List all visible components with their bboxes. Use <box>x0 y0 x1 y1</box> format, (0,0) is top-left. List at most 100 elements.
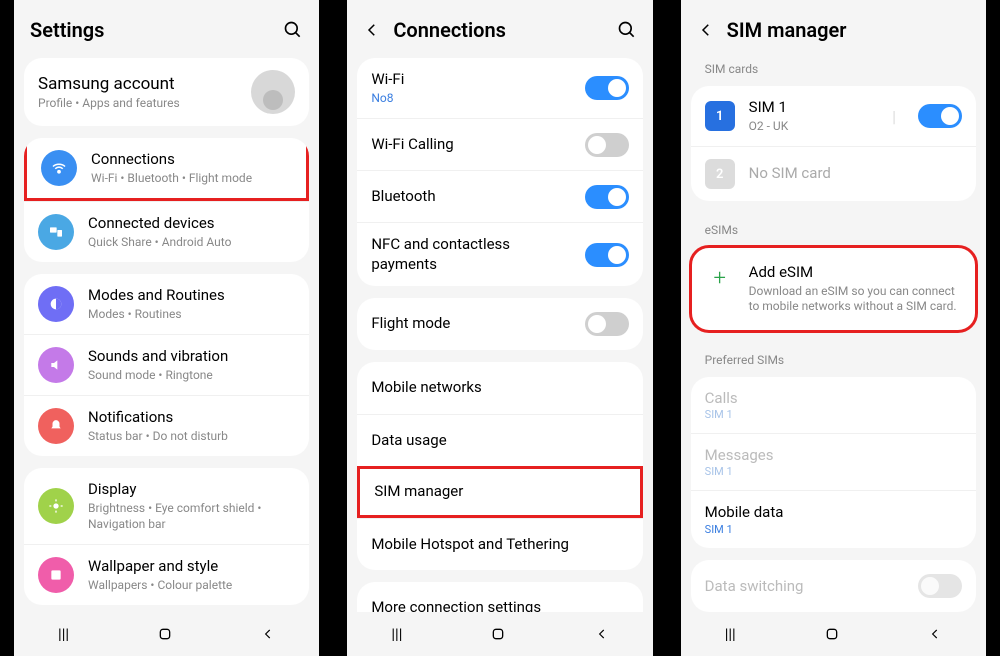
home-button[interactable] <box>157 626 173 642</box>
flight-mode-toggle[interactable] <box>585 312 629 336</box>
sim1-badge-icon: 1 <box>705 101 735 131</box>
row-label: No SIM card <box>749 164 962 184</box>
bell-icon <box>38 408 74 444</box>
row-label: Connections <box>91 150 292 170</box>
row-label: Mobile networks <box>371 378 628 398</box>
search-icon[interactable] <box>283 20 303 40</box>
row-sub: Wallpapers • Colour palette <box>88 578 295 594</box>
row-label: SIM manager <box>374 482 625 502</box>
row-label: Sounds and vibration <box>88 347 295 367</box>
back-icon[interactable] <box>697 21 715 39</box>
wifi-calling-row[interactable]: Wi-Fi Calling <box>357 118 642 170</box>
pref-calls-row[interactable]: Calls SIM 1 <box>691 377 976 433</box>
home-button[interactable] <box>824 626 840 642</box>
sim1-toggle[interactable] <box>918 104 962 128</box>
header: Connections <box>347 0 652 52</box>
sim2-row: 2 No SIM card <box>691 146 976 201</box>
header: SIM manager <box>681 0 986 52</box>
sim-manager-row[interactable]: SIM manager <box>357 466 642 518</box>
phone-connections: Connections Wi-Fi No8 Wi-Fi Calling Blue… <box>333 0 666 656</box>
row-label: Connected devices <box>88 214 295 234</box>
avatar-icon <box>251 70 295 114</box>
row-sub: Quick Share • Android Auto <box>88 235 295 251</box>
row-label: Calls <box>705 389 962 407</box>
plus-icon: + <box>705 263 735 293</box>
modes-icon <box>38 286 74 322</box>
row-label: NFC and contactless payments <box>371 235 570 274</box>
data-usage-row[interactable]: Data usage <box>357 414 642 466</box>
palette-icon <box>38 557 74 593</box>
sounds-row[interactable]: Sounds and vibration Sound mode • Ringto… <box>24 334 309 395</box>
row-sub: Modes • Routines <box>88 307 295 323</box>
connected-devices-row[interactable]: Connected devices Quick Share • Android … <box>24 201 309 262</box>
row-label: Mobile data <box>705 503 962 523</box>
display-row[interactable]: Display Brightness • Eye comfort shield … <box>24 468 309 544</box>
wifi-toggle[interactable] <box>585 76 629 100</box>
connections-list: Wi-Fi No8 Wi-Fi Calling Bluetooth NFC an… <box>347 52 652 612</box>
wifi-calling-toggle[interactable] <box>585 133 629 157</box>
wifi-row[interactable]: Wi-Fi No8 <box>357 58 642 118</box>
navbar: ||| <box>347 612 652 656</box>
home-button[interactable] <box>490 626 506 642</box>
row-label: Flight mode <box>371 314 570 334</box>
connections-row[interactable]: Connections Wi-Fi • Bluetooth • Flight m… <box>24 138 309 201</box>
account-title: Samsung account <box>38 73 237 95</box>
row-label: SIM 1 <box>749 98 878 118</box>
sim1-row[interactable]: 1 SIM 1 O2 - UK | <box>691 86 976 146</box>
nfc-toggle[interactable] <box>585 243 629 267</box>
row-label: Wallpaper and style <box>88 557 295 577</box>
header: Settings <box>14 0 319 52</box>
back-icon[interactable] <box>363 21 381 39</box>
samsung-account-row[interactable]: Samsung account Profile • Apps and featu… <box>24 58 309 126</box>
sound-icon <box>38 347 74 383</box>
page-title: Settings <box>30 18 271 42</box>
back-button[interactable] <box>928 627 942 641</box>
sim-manager-list: SIM cards 1 SIM 1 O2 - UK | 2 No SIM car… <box>681 52 986 612</box>
row-sub: Brightness • Eye comfort shield • Naviga… <box>88 501 295 532</box>
row-sub: SIM 1 <box>705 408 962 421</box>
add-esim-row[interactable]: + Add eSIM Download an eSIM so you can c… <box>691 247 976 331</box>
recents-button[interactable]: ||| <box>391 625 402 643</box>
mobile-networks-row[interactable]: Mobile networks <box>357 362 642 414</box>
row-sub: Download an eSIM so you can connect to m… <box>749 284 962 315</box>
pref-messages-row[interactable]: Messages SIM 1 <box>691 433 976 490</box>
row-label: Modes and Routines <box>88 286 295 306</box>
row-label: Data switching <box>705 577 904 597</box>
row-label: Display <box>88 480 295 500</box>
row-sub: O2 - UK <box>749 119 878 135</box>
wallpaper-row[interactable]: Wallpaper and style Wallpapers • Colour … <box>24 544 309 605</box>
settings-list: Samsung account Profile • Apps and featu… <box>14 52 319 612</box>
sim2-badge-icon: 2 <box>705 159 735 189</box>
nfc-row[interactable]: NFC and contactless payments <box>357 222 642 286</box>
page-title: Connections <box>393 18 604 42</box>
data-switching-row: Data switching <box>691 560 976 612</box>
recents-button[interactable]: ||| <box>725 625 736 643</box>
back-button[interactable] <box>595 627 609 641</box>
search-icon[interactable] <box>617 20 637 40</box>
recents-button[interactable]: ||| <box>58 625 69 643</box>
back-button[interactable] <box>261 627 275 641</box>
navbar: ||| <box>681 612 986 656</box>
row-sub: SIM 1 <box>705 523 962 536</box>
data-switching-toggle <box>918 574 962 598</box>
notifications-row[interactable]: Notifications Status bar • Do not distur… <box>24 395 309 456</box>
more-settings-row[interactable]: More connection settings <box>357 582 642 612</box>
section-preferred: Preferred SIMs <box>687 343 980 371</box>
bluetooth-row[interactable]: Bluetooth <box>357 170 642 222</box>
row-sub: SIM 1 <box>705 465 962 478</box>
pref-data-row[interactable]: Mobile data SIM 1 <box>691 490 976 549</box>
row-label: Mobile Hotspot and Tethering <box>371 535 628 555</box>
section-sim-cards: SIM cards <box>687 52 980 80</box>
row-label: More connection settings <box>371 598 628 612</box>
row-label: Messages <box>705 446 962 464</box>
devices-icon <box>38 214 74 250</box>
hotspot-row[interactable]: Mobile Hotspot and Tethering <box>357 518 642 570</box>
phone-settings: Settings Samsung account Profile • Apps … <box>0 0 333 656</box>
row-label: Bluetooth <box>371 187 570 207</box>
page-title: SIM manager <box>727 18 970 42</box>
modes-row[interactable]: Modes and Routines Modes • Routines <box>24 274 309 334</box>
row-label: Wi-Fi Calling <box>371 135 570 155</box>
bluetooth-toggle[interactable] <box>585 185 629 209</box>
row-sub: Wi-Fi • Bluetooth • Flight mode <box>91 171 292 187</box>
flight-mode-row[interactable]: Flight mode <box>357 298 642 350</box>
